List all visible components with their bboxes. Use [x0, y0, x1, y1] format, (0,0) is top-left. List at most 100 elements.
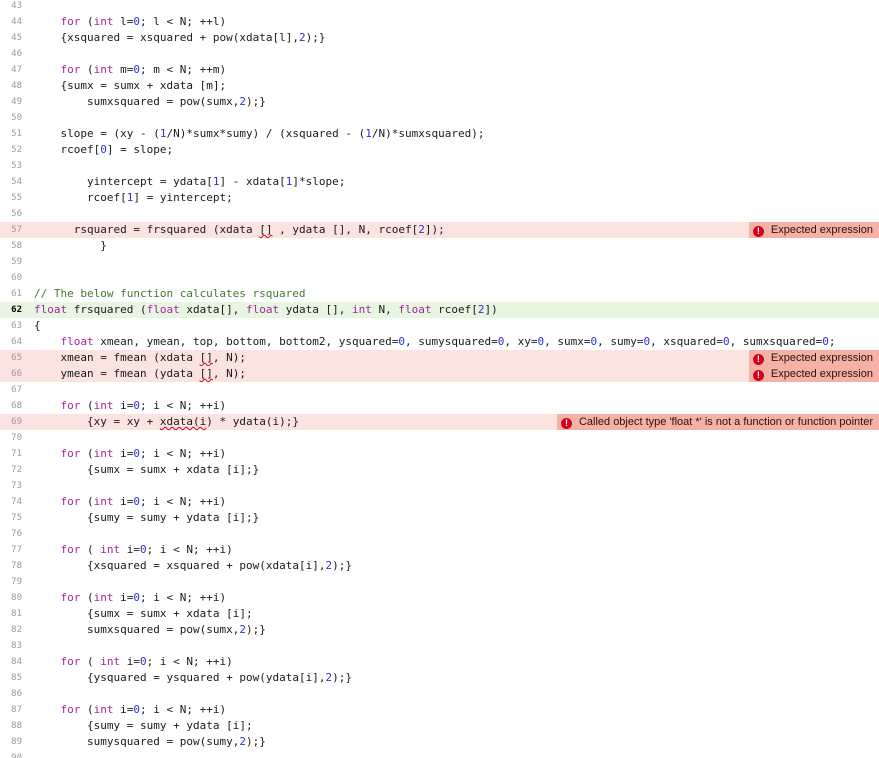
code-text[interactable]: {xsquared = xsquared + pow(xdata[l],2);} — [34, 30, 326, 46]
code-line-error[interactable]: 69 {xy = xy + xdata(i) * ydata(i);}! Call… — [0, 414, 879, 430]
line-number: 84 — [11, 657, 22, 667]
code-text[interactable]: { — [34, 318, 41, 334]
code-line[interactable]: 89 sumysquared = pow(sumy,2);} — [0, 734, 879, 750]
code-line[interactable]: 47 for (int m=0; m < N; ++m) — [0, 62, 879, 78]
line-number: 46 — [11, 49, 22, 59]
code-line-error[interactable]: 66 ymean = fmean (ydata [], N);! Expected… — [0, 366, 879, 382]
code-text[interactable]: for ( int i=0; i < N; ++i) — [34, 654, 233, 670]
error-circle-icon: ! — [752, 370, 764, 381]
code-text[interactable]: for (int l=0; l < N; ++l) — [34, 14, 227, 30]
line-number: 68 — [11, 401, 22, 411]
line-number: 50 — [11, 113, 22, 123]
code-line[interactable]: 44 for (int l=0; l < N; ++l) — [0, 14, 879, 30]
code-text[interactable]: rcoef[0] = slope; — [34, 142, 174, 158]
code-text[interactable]: rcoef[1] = yintercept; — [34, 190, 233, 206]
code-text[interactable]: rsquared = frsquared (xdata [] , ydata [… — [34, 222, 445, 238]
code-line[interactable]: 59 — [0, 254, 879, 270]
code-text[interactable]: {sumx = sumx + xdata [i]; — [34, 606, 253, 622]
code-line[interactable]: 61 // The below function calculates rsqua… — [0, 286, 879, 302]
code-line[interactable]: 53 — [0, 158, 879, 174]
code-line[interactable]: 79 — [0, 574, 879, 590]
code-text[interactable]: xmean = fmean (xdata [], N); — [34, 350, 247, 366]
code-text[interactable]: for (int i=0; i < N; ++i) — [34, 446, 227, 462]
error-message[interactable]: ! Expected expression — [748, 222, 879, 238]
code-line[interactable]: 68 for (int i=0; i < N; ++i) — [0, 398, 879, 414]
code-line[interactable]: 77 for ( int i=0; i < N; ++i) — [0, 542, 879, 558]
code-text[interactable]: {sumx = sumx + xdata [m]; — [34, 78, 227, 94]
code-line[interactable]: 62 float frsquared (float xdata[], float … — [0, 302, 879, 318]
code-line[interactable]: 85 {ysquared = ysquared + pow(ydata[i],2… — [0, 670, 879, 686]
code-text[interactable]: } — [34, 238, 107, 254]
line-number: 71 — [11, 449, 22, 459]
code-line[interactable]: 78 {xsquared = xsquared + pow(xdata[i],2… — [0, 558, 879, 574]
line-number: 72 — [11, 465, 22, 475]
code-line[interactable]: 43 — [0, 0, 879, 14]
code-text[interactable]: // The below function calculates rsquare… — [34, 286, 306, 302]
code-line[interactable]: 88 {sumy = sumy + ydata [i]; — [0, 718, 879, 734]
line-number: 49 — [11, 97, 22, 107]
line-number: 51 — [11, 129, 22, 139]
line-number: 90 — [11, 753, 22, 758]
code-line[interactable]: 75 {sumy = sumy + ydata [i];} — [0, 510, 879, 526]
code-line[interactable]: 90 — [0, 750, 879, 758]
code-line-error[interactable]: 65 xmean = fmean (xdata [], N);! Expected… — [0, 350, 879, 366]
code-text[interactable]: float xmean, ymean, top, bottom, bottom2… — [34, 334, 836, 350]
code-line[interactable]: 50 — [0, 110, 879, 126]
code-line[interactable]: 45 {xsquared = xsquared + pow(xdata[l],2… — [0, 30, 879, 46]
code-line[interactable]: 63 { — [0, 318, 879, 334]
code-line[interactable]: 49 sumxsquared = pow(sumx,2);} — [0, 94, 879, 110]
code-line[interactable]: 84 for ( int i=0; i < N; ++i) — [0, 654, 879, 670]
line-number: 87 — [11, 705, 22, 715]
code-line[interactable]: 73 — [0, 478, 879, 494]
code-line[interactable]: 82 sumxsquared = pow(sumx,2);} — [0, 622, 879, 638]
code-text[interactable]: for (int i=0; i < N; ++i) — [34, 398, 227, 414]
code-text[interactable]: ymean = fmean (ydata [], N); — [34, 366, 247, 382]
code-text[interactable]: {sumy = sumy + ydata [i]; — [34, 718, 253, 734]
code-line[interactable]: 87 for (int i=0; i < N; ++i) — [0, 702, 879, 718]
code-line[interactable]: 48 {sumx = sumx + xdata [m]; — [0, 78, 879, 94]
code-editor[interactable]: 43 44 for (int l=0; l < N; ++l) 45 {xsquar… — [0, 0, 879, 758]
code-line[interactable]: 71 for (int i=0; i < N; ++i) — [0, 446, 879, 462]
line-number: 80 — [11, 593, 22, 603]
code-line[interactable]: 83 — [0, 638, 879, 654]
code-line[interactable]: 64 float xmean, ymean, top, bottom, bott… — [0, 334, 879, 350]
code-text[interactable]: for (int i=0; i < N; ++i) — [34, 494, 227, 510]
code-text[interactable]: for (int m=0; m < N; ++m) — [34, 62, 227, 78]
code-text[interactable]: for (int i=0; i < N; ++i) — [34, 590, 227, 606]
code-text[interactable]: sumxsquared = pow(sumx,2);} — [34, 622, 266, 638]
code-text[interactable]: sumxsquared = pow(sumx,2);} — [34, 94, 266, 110]
code-line[interactable]: 52 rcoef[0] = slope; — [0, 142, 879, 158]
code-line[interactable]: 51 slope = (xy - (1/N)*sumx*sumy) / (xsq… — [0, 126, 879, 142]
code-line[interactable]: 67 — [0, 382, 879, 398]
code-text[interactable]: {xy = xy + xdata(i) * ydata(i);} — [34, 414, 299, 430]
code-text[interactable]: {sumx = sumx + xdata [i];} — [34, 462, 259, 478]
error-message[interactable]: ! Expected expression — [748, 366, 879, 382]
code-line[interactable]: 54 yintercept = ydata[1] - xdata[1]*slop… — [0, 174, 879, 190]
code-text[interactable]: yintercept = ydata[1] - xdata[1]*slope; — [34, 174, 345, 190]
line-number: 61 — [11, 289, 22, 299]
code-line[interactable]: 56 — [0, 206, 879, 222]
code-line[interactable]: 70 — [0, 430, 879, 446]
code-line[interactable]: 46 — [0, 46, 879, 62]
code-text[interactable]: {ysquared = ysquared + pow(ydata[i],2);} — [34, 670, 352, 686]
code-text[interactable]: sumysquared = pow(sumy,2);} — [34, 734, 266, 750]
code-line[interactable]: 60 — [0, 270, 879, 286]
code-text[interactable]: {sumy = sumy + ydata [i];} — [34, 510, 259, 526]
code-text[interactable]: {xsquared = xsquared + pow(xdata[i],2);} — [34, 558, 352, 574]
code-line[interactable]: 76 — [0, 526, 879, 542]
error-message[interactable]: ! Expected expression — [748, 350, 879, 366]
code-line[interactable]: 72 {sumx = sumx + xdata [i];} — [0, 462, 879, 478]
code-line[interactable]: 81 {sumx = sumx + xdata [i]; — [0, 606, 879, 622]
code-text[interactable]: for ( int i=0; i < N; ++i) — [34, 542, 233, 558]
code-line[interactable]: 80 for (int i=0; i < N; ++i) — [0, 590, 879, 606]
code-line[interactable]: 86 — [0, 686, 879, 702]
code-line[interactable]: 55 rcoef[1] = yintercept; — [0, 190, 879, 206]
code-text[interactable]: float frsquared (float xdata[], float yd… — [34, 302, 498, 318]
error-circle-icon: ! — [752, 354, 764, 365]
error-message[interactable]: ! Called object type 'float *' is not a f… — [556, 414, 879, 430]
code-text[interactable]: for (int i=0; i < N; ++i) — [34, 702, 227, 718]
code-line[interactable]: 74 for (int i=0; i < N; ++i) — [0, 494, 879, 510]
code-line-error[interactable]: 57 rsquared = frsquared (xdata [] , ydat… — [0, 222, 879, 238]
code-text[interactable]: slope = (xy - (1/N)*sumx*sumy) / (xsquar… — [34, 126, 485, 142]
code-line[interactable]: 58 } — [0, 238, 879, 254]
